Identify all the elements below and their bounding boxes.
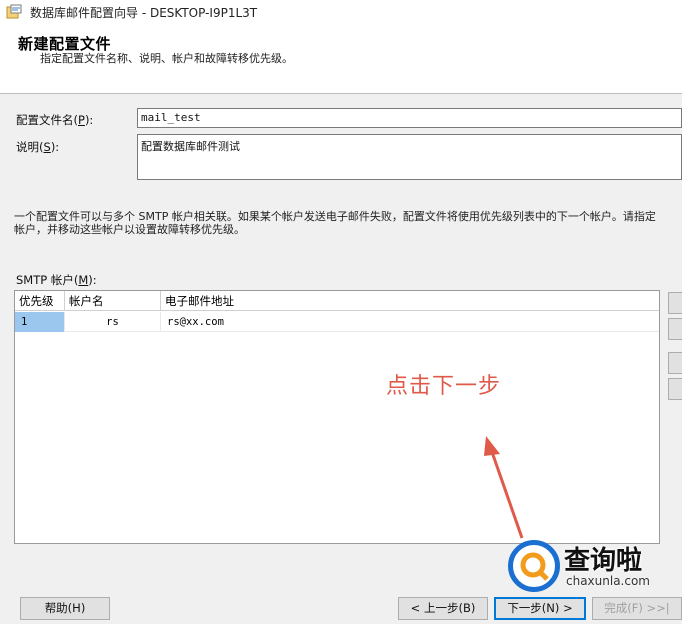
cell-account-name[interactable]: rs [65, 312, 161, 332]
watermark-logo: 查询啦 chaxunla.com [500, 536, 682, 600]
watermark-name: 查询啦 [564, 546, 643, 576]
window-titlebar: 数据库邮件配置向导 - DESKTOP-I9P1L3T [0, 0, 682, 24]
annotation-arrow-icon [484, 436, 524, 539]
watermark-magnifier-icon [508, 540, 560, 592]
move-down-button[interactable] [668, 378, 682, 400]
move-up-button[interactable] [668, 352, 682, 374]
smtp-accounts-label: SMTP 帐户(M): [16, 273, 97, 287]
description-textarea[interactable]: 配置数据库邮件测试 [137, 134, 682, 180]
add-account-button[interactable] [668, 292, 682, 314]
page-subtitle: 指定配置文件名称、说明、帐户和故障转移优先级。 [40, 52, 293, 65]
wizard-app-icon [6, 4, 22, 19]
smtp-info-text: 一个配置文件可以与多个 SMTP 帐户相关联。如果某个帐户发送电子邮件失败，配置… [14, 210, 682, 236]
column-header-priority[interactable]: 优先级 [15, 291, 65, 311]
smtp-accounts-grid[interactable]: 优先级 帐户名 电子邮件地址 1 rs rs@xx.com [14, 290, 660, 544]
smtp-info-line-2: 帐户，并移动这些帐户以设置故障转移优先级。 [14, 223, 245, 236]
window-title: 数据库邮件配置向导 - DESKTOP-I9P1L3T [30, 6, 258, 20]
table-row[interactable]: 1 rs rs@xx.com [15, 312, 659, 332]
remove-account-button[interactable] [668, 318, 682, 340]
cell-priority[interactable]: 1 [15, 312, 65, 332]
help-button[interactable]: 帮助(H) [20, 597, 110, 620]
annotation-text: 点击下一步 [386, 374, 502, 399]
column-header-email[interactable]: 电子邮件地址 [161, 291, 659, 311]
description-label: 说明(S): [16, 140, 60, 154]
smtp-info-line-1: 一个配置文件可以与多个 SMTP 帐户相关联。如果某个帐户发送电子邮件失败，配置… [14, 210, 656, 223]
column-header-account-name[interactable]: 帐户名 [65, 291, 161, 311]
watermark-domain: chaxunla.com [566, 574, 650, 588]
back-button[interactable]: < 上一步(B) [398, 597, 488, 620]
profile-name-input[interactable]: mail_test [137, 108, 682, 128]
finish-button[interactable]: 完成(F) >>| [592, 597, 682, 620]
cell-email[interactable]: rs@xx.com [161, 312, 659, 332]
next-button[interactable]: 下一步(N) > [494, 597, 586, 620]
profile-name-label: 配置文件名(P): [16, 113, 94, 127]
grid-header-row: 优先级 帐户名 电子邮件地址 [15, 291, 659, 311]
wizard-header: 新建配置文件 指定配置文件名称、说明、帐户和故障转移优先级。 [0, 24, 682, 94]
